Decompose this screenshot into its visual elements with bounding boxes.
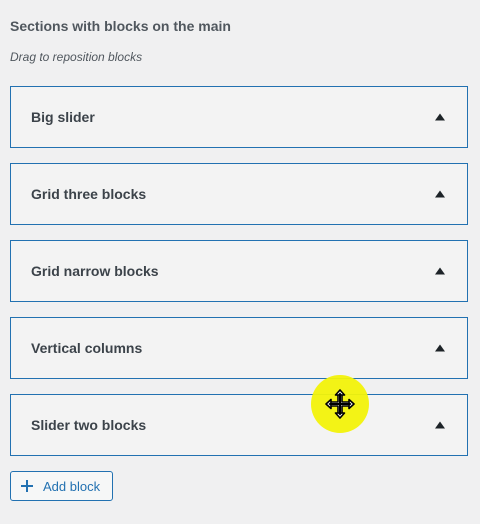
block-item-big-slider[interactable]: Big slider xyxy=(10,86,468,148)
block-item-slider-two-blocks[interactable]: Slider two blocks xyxy=(10,394,468,456)
collapse-arrow-icon[interactable] xyxy=(435,267,445,275)
block-label: Big slider xyxy=(31,109,95,125)
collapse-arrow-icon[interactable] xyxy=(435,421,445,429)
panel-title: Sections with blocks on the main xyxy=(10,18,231,34)
move-cursor-icon xyxy=(325,389,355,419)
collapse-arrow-icon[interactable] xyxy=(435,190,445,198)
panel-description: Drag to reposition blocks xyxy=(10,50,143,64)
block-label: Vertical columns xyxy=(31,340,143,356)
add-block-label: Add block xyxy=(43,478,101,494)
block-item-grid-narrow-blocks[interactable]: Grid narrow blocks xyxy=(10,240,468,302)
add-block-button[interactable]: Add block xyxy=(10,471,114,501)
collapse-arrow-icon[interactable] xyxy=(435,113,445,121)
block-label: Grid narrow blocks xyxy=(31,263,159,279)
block-label: Grid three blocks xyxy=(31,186,147,202)
plus-icon xyxy=(21,480,33,492)
block-label: Slider two blocks xyxy=(31,417,147,433)
collapse-arrow-icon[interactable] xyxy=(435,344,445,352)
block-item-grid-three-blocks[interactable]: Grid three blocks xyxy=(10,163,468,225)
block-list: Big slider Grid three blocks Grid narrow… xyxy=(10,86,468,471)
block-item-vertical-columns[interactable]: Vertical columns xyxy=(10,317,468,379)
